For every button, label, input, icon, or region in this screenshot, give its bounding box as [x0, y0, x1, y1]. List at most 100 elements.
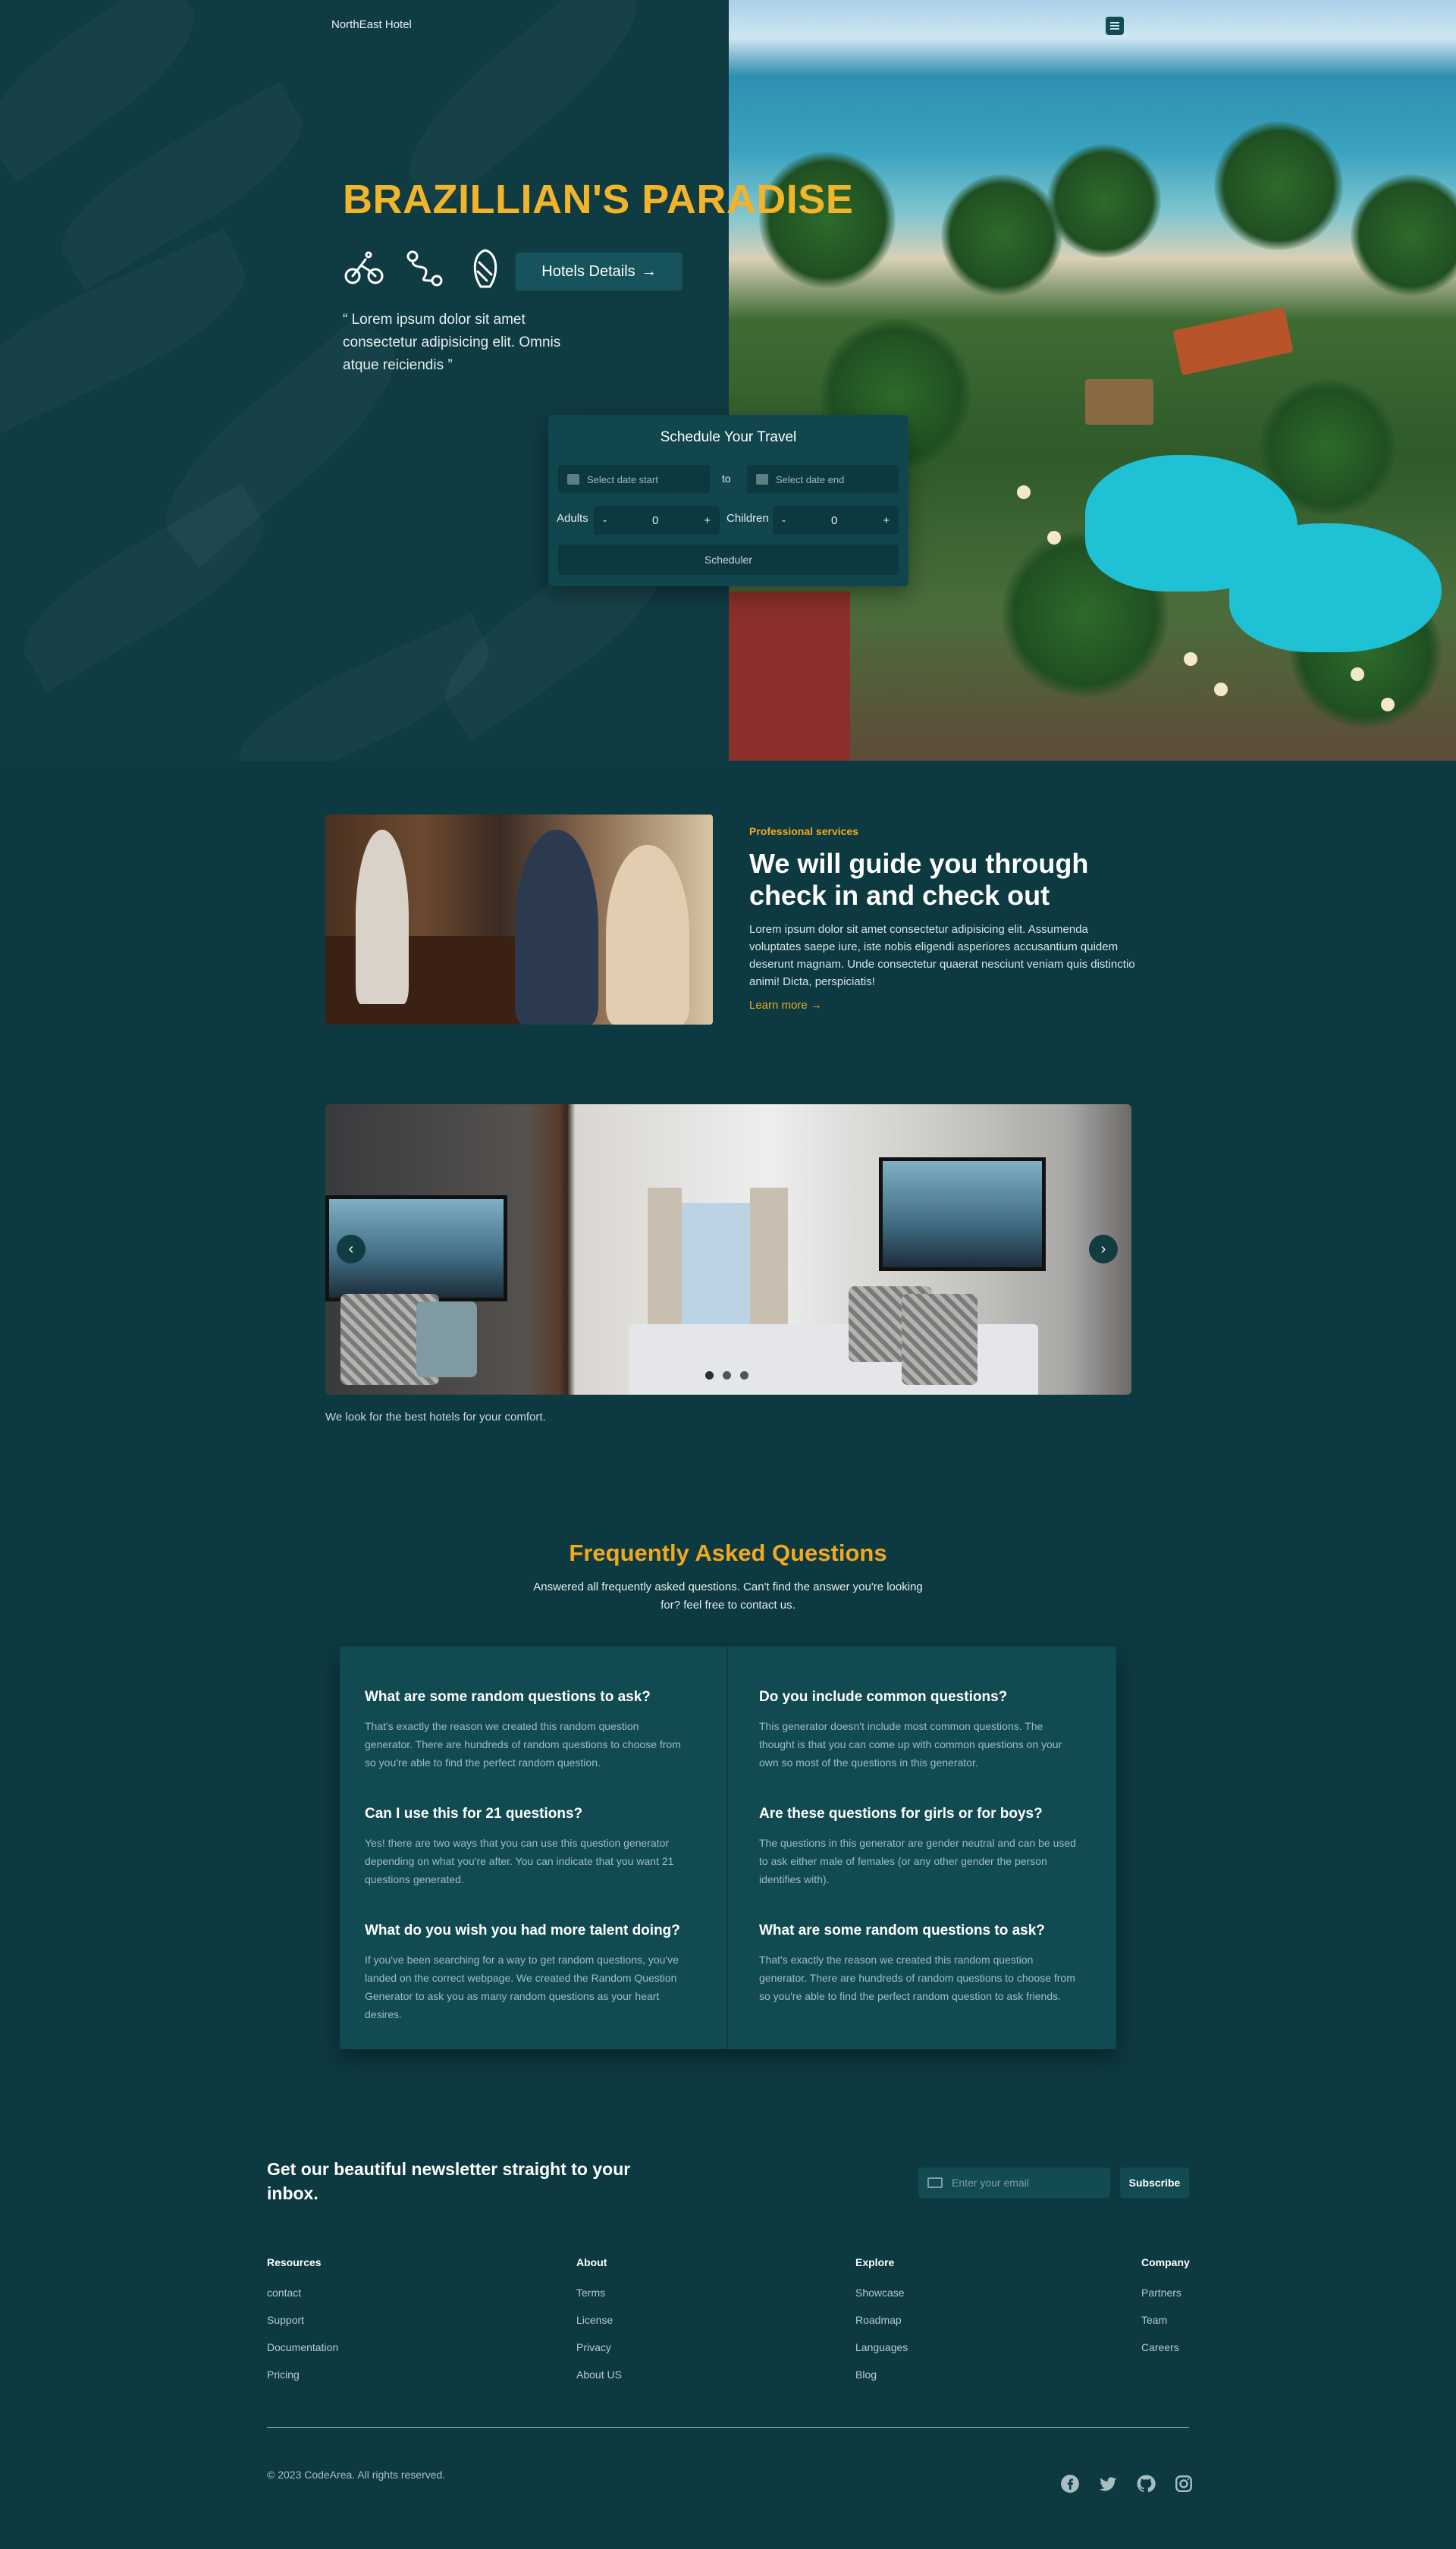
footer-link[interactable]: contact	[267, 2287, 338, 2299]
route-icon	[406, 250, 443, 287]
github-icon[interactable]	[1136, 2474, 1156, 2494]
carousel-dot[interactable]	[740, 1371, 748, 1380]
brand-logo[interactable]: NorthEast Hotel	[331, 18, 412, 31]
instagram-icon[interactable]	[1174, 2474, 1194, 2494]
footer-link[interactable]: Pricing	[267, 2368, 338, 2381]
faq-question: What are some random questions to ask?	[759, 1923, 1045, 1938]
date-end-input[interactable]: Select date end	[747, 465, 899, 494]
activity-icons	[343, 247, 507, 290]
footer-link[interactable]: Privacy	[576, 2341, 622, 2353]
footer-link[interactable]: Roadmap	[855, 2314, 908, 2326]
carousel-dot[interactable]	[705, 1371, 714, 1380]
hotel-room-carousel	[325, 1104, 1131, 1395]
schedule-title: Schedule Your Travel	[660, 429, 797, 445]
social-links	[1060, 2474, 1194, 2494]
hamburger-icon	[1110, 25, 1119, 27]
children-decrement-button[interactable]: -	[782, 514, 786, 527]
learn-more-label: Learn more	[749, 999, 808, 1012]
faq-question: Can I use this for 21 questions?	[365, 1806, 583, 1822]
scheduler-button[interactable]: Scheduler	[558, 545, 899, 575]
hero-title: BRAZILLIAN'S PARADISE	[343, 177, 854, 222]
services-eyebrow: Professional services	[749, 825, 858, 837]
hotels-details-label: Hotels Details	[541, 262, 635, 280]
calendar-icon	[567, 474, 579, 485]
footer-link[interactable]: License	[576, 2314, 622, 2326]
footer-column-company: Company Partners Team Careers	[1141, 2256, 1190, 2368]
footer-column-explore: Explore Showcase Roadmap Languages Blog	[855, 2256, 908, 2396]
footer-divider	[267, 2427, 1189, 2428]
newsletter-title: Get our beautiful newsletter straight to…	[267, 2159, 631, 2203]
footer-link[interactable]: About US	[576, 2368, 622, 2381]
date-end-placeholder: Select date end	[776, 473, 845, 485]
footer-link[interactable]: Partners	[1141, 2287, 1190, 2299]
hero-resort-photo	[729, 0, 1456, 761]
adults-stepper: - 0 +	[594, 506, 720, 535]
footer-link[interactable]: Terms	[576, 2287, 622, 2299]
faq-item: What are some random questions to ask? T…	[759, 1923, 1078, 2005]
footer-link[interactable]: Team	[1141, 2314, 1190, 2326]
faq-answer: The questions in this generator are gend…	[759, 1837, 1076, 1885]
footer-link[interactable]: Documentation	[267, 2341, 338, 2353]
faq-question: What do you wish you had more talent doi…	[365, 1923, 680, 1938]
faq-answer: Yes! there are two ways that you can use…	[365, 1837, 674, 1885]
faq-item: What do you wish you had more talent doi…	[365, 1923, 683, 2023]
carousel-caption: We look for the best hotels for your com…	[325, 1411, 546, 1424]
faq-answer: If you've been searching for a way to ge…	[365, 1954, 679, 2020]
chevron-left-icon: ‹	[348, 1240, 354, 1257]
footer-link[interactable]: Careers	[1141, 2341, 1190, 2353]
faq-card: What are some random questions to ask? T…	[340, 1646, 1116, 2049]
facebook-icon[interactable]	[1060, 2474, 1080, 2494]
footer-column-resources: Resources contact Support Documentation …	[267, 2256, 338, 2396]
faq-question: Do you include common questions?	[759, 1689, 1008, 1705]
faq-answer: This generator doesn't include most comm…	[759, 1720, 1062, 1769]
adults-increment-button[interactable]: +	[704, 514, 711, 527]
adults-decrement-button[interactable]: -	[603, 514, 607, 527]
hero-quote: “ Lorem ipsum dolor sit amet consectetur…	[343, 312, 561, 373]
children-increment-button[interactable]: +	[883, 514, 890, 527]
adults-label: Adults	[557, 512, 588, 525]
carousel-indicators	[705, 1371, 748, 1380]
reception-photo	[325, 815, 713, 1025]
newsletter-email-input[interactable]: Enter your email	[918, 2168, 1110, 2198]
children-stepper: - 0 +	[773, 506, 899, 535]
faq-question: Are these questions for girls or for boy…	[759, 1806, 1043, 1822]
hero-section: NorthEast Hotel BRAZILLIAN'S PARADISE Ho…	[0, 0, 1456, 761]
arrow-right-icon: →	[810, 999, 822, 1012]
calendar-icon	[756, 474, 768, 485]
footer-link[interactable]: Support	[267, 2314, 338, 2326]
carousel-prev-button[interactable]: ‹	[337, 1235, 366, 1264]
copyright: © 2023 CodeArea. All rights reserved.	[267, 2469, 446, 2481]
children-label: Children	[726, 512, 769, 525]
faq-item: Can I use this for 21 questions? Yes! th…	[365, 1806, 683, 1888]
chevron-right-icon: ›	[1100, 1240, 1106, 1257]
menu-button[interactable]	[1106, 17, 1124, 35]
bike-icon	[344, 251, 384, 284]
footer-column-title: About	[576, 2256, 607, 2268]
children-value[interactable]: 0	[831, 514, 837, 527]
footer-column-about: About Terms License Privacy About US	[576, 2256, 622, 2396]
arrow-right-icon: →	[641, 262, 657, 280]
footer-link[interactable]: Showcase	[855, 2287, 908, 2299]
faq-item: What are some random questions to ask? T…	[365, 1689, 683, 1772]
learn-more-link[interactable]: Learn more →	[749, 999, 822, 1012]
carousel-next-button[interactable]: ›	[1089, 1235, 1118, 1264]
carousel-dot[interactable]	[723, 1371, 731, 1380]
faq-divider	[726, 1646, 728, 2049]
footer-link[interactable]: Blog	[855, 2368, 908, 2381]
faq-answer: That's exactly the reason we created thi…	[759, 1954, 1075, 2002]
footer-column-title: Resources	[267, 2256, 322, 2268]
faq-item: Are these questions for girls or for boy…	[759, 1806, 1078, 1888]
hotels-details-button[interactable]: Hotels Details →	[516, 253, 682, 290]
date-start-placeholder: Select date start	[587, 473, 658, 485]
adults-value[interactable]: 0	[652, 514, 658, 527]
date-start-input[interactable]: Select date start	[558, 465, 710, 494]
mail-icon	[927, 2177, 943, 2188]
faq-item: Do you include common questions? This ge…	[759, 1689, 1078, 1772]
schedule-travel-form: Schedule Your Travel Select date start t…	[548, 415, 908, 586]
subscribe-button[interactable]: Subscribe	[1120, 2168, 1189, 2198]
faq-answer: That's exactly the reason we created thi…	[365, 1720, 681, 1769]
footer-column-title: Company	[1141, 2256, 1190, 2268]
footer-link[interactable]: Languages	[855, 2341, 908, 2353]
services-title: We will guide you through check in and c…	[749, 848, 1089, 911]
twitter-icon[interactable]	[1098, 2474, 1118, 2494]
